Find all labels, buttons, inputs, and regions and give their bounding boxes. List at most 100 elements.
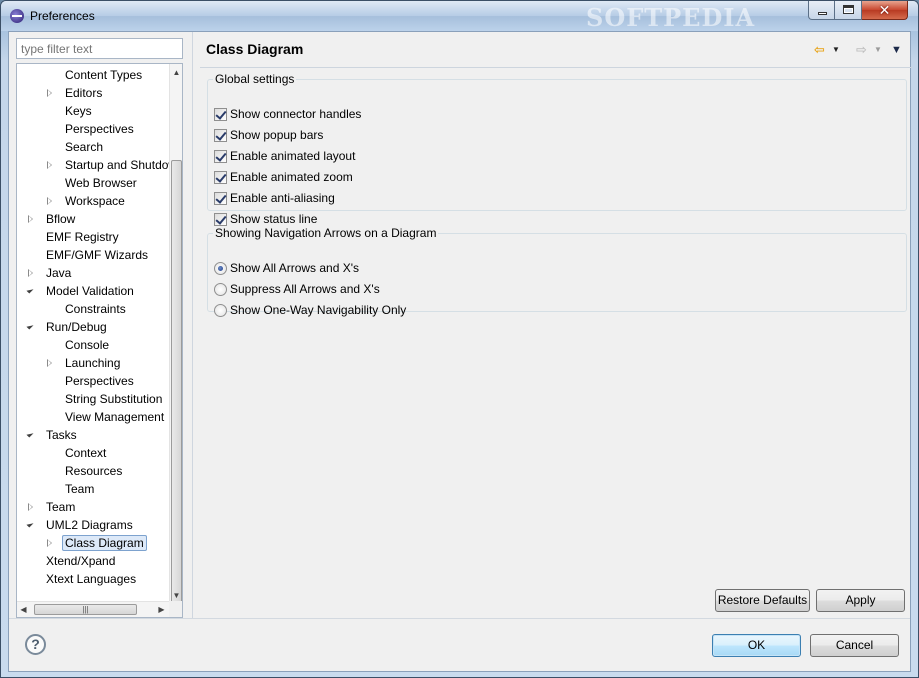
scroll-left-icon[interactable]: ◀ (17, 602, 30, 617)
tree-item[interactable]: Context (17, 444, 109, 462)
tree-item-label: Editors (65, 86, 103, 100)
tree-item[interactable]: Perspectives (17, 120, 137, 138)
close-icon: ✕ (878, 2, 891, 18)
scroll-up-icon[interactable]: ▲ (170, 66, 182, 79)
cancel-button[interactable]: Cancel (810, 634, 899, 657)
option-checkbox[interactable]: Enable animated layout (214, 148, 355, 164)
navigation-arrows-group: Showing Navigation Arrows on a Diagram S… (207, 226, 907, 317)
option-checkbox[interactable]: Enable anti-aliasing (214, 190, 335, 206)
restore-defaults-button[interactable]: Restore Defaults (715, 589, 810, 612)
checkbox-icon[interactable] (214, 107, 227, 121)
tree-item[interactable]: Java (17, 264, 74, 282)
tree-item[interactable]: Workspace (17, 192, 128, 210)
checkbox-icon[interactable] (214, 212, 227, 226)
tree-item[interactable]: Xtext Languages (17, 570, 139, 588)
tree-item[interactable]: Console (17, 336, 112, 354)
tree-item-label: Startup and Shutdow (65, 158, 170, 172)
tree-item-label: Bflow (46, 212, 76, 226)
tree-item[interactable]: UML2 Diagrams (17, 516, 136, 534)
tree-item[interactable]: View Management (17, 408, 167, 426)
tree-item[interactable]: Class Diagram (17, 534, 147, 552)
radio-icon[interactable] (214, 303, 227, 317)
footer-separator (9, 618, 910, 619)
option-radio[interactable]: Suppress All Arrows and X's (214, 281, 380, 297)
tree-item[interactable]: Tasks (17, 426, 80, 444)
option-radio[interactable]: Show All Arrows and X's (214, 260, 359, 276)
tree-item[interactable]: Keys (17, 102, 95, 120)
page-navigation: ⇦ ▼ ⇨ ▼ ▼ (812, 42, 907, 58)
tree-item[interactable]: Run/Debug (17, 318, 110, 336)
expanded-arrow-icon[interactable] (26, 430, 34, 438)
tree-item-label: Team (46, 500, 76, 514)
tree-item-label: Java (46, 266, 72, 280)
scroll-corner (169, 601, 182, 617)
option-checkbox[interactable]: Enable animated zoom (214, 169, 353, 185)
collapsed-arrow-icon[interactable] (28, 215, 33, 223)
tree-item[interactable]: Team (17, 480, 97, 498)
checkbox-icon[interactable] (214, 170, 227, 184)
tree-item[interactable]: Model Validation (17, 282, 137, 300)
radio-icon[interactable] (214, 261, 227, 275)
tree-item[interactable]: Web Browser (17, 174, 140, 192)
expanded-arrow-icon[interactable] (26, 520, 34, 528)
tree-item[interactable]: String Substitution (17, 390, 165, 408)
tree-horizontal-scrollbar[interactable]: ◀ ||| ▶ (17, 601, 170, 617)
ok-button[interactable]: OK (712, 634, 801, 657)
maximize-button[interactable] (835, 1, 862, 20)
tree-item[interactable]: Resources (17, 462, 125, 480)
option-label: Show status line (230, 212, 318, 226)
checkbox-icon[interactable] (214, 128, 227, 142)
help-icon[interactable]: ? (25, 634, 46, 655)
expanded-arrow-icon[interactable] (26, 322, 34, 330)
tree-item[interactable]: Content Types (17, 66, 145, 84)
tree-item[interactable]: Perspectives (17, 372, 137, 390)
tree-item-label: Keys (65, 104, 92, 118)
collapsed-arrow-icon[interactable] (47, 161, 52, 169)
collapsed-arrow-icon[interactable] (47, 197, 52, 205)
tree-item[interactable]: Editors (17, 84, 105, 102)
apply-button[interactable]: Apply (816, 589, 905, 612)
horizontal-scroll-thumb[interactable]: ||| (34, 604, 137, 615)
tree-item[interactable]: Bflow (17, 210, 78, 228)
option-label: Show All Arrows and X's (230, 261, 360, 275)
tree-item-label: Team (65, 482, 95, 496)
collapsed-arrow-icon[interactable] (47, 539, 52, 547)
close-button[interactable]: ✕ (862, 1, 908, 20)
tree-item[interactable]: Constraints (17, 300, 129, 318)
option-label: Show One-Way Navigability Only (230, 303, 407, 317)
title-bar[interactable]: Preferences SOFTPEDIA ✕ (1, 1, 918, 32)
minimize-button[interactable] (808, 1, 835, 20)
tree-vertical-scrollbar[interactable]: ▲ ▼ (169, 64, 182, 614)
forward-arrow-icon[interactable]: ⇨ (856, 42, 867, 58)
tree-item[interactable]: Xtend/Xpand (17, 552, 118, 570)
forward-dropdown-icon[interactable]: ▼ (874, 42, 882, 58)
collapsed-arrow-icon[interactable] (28, 503, 33, 511)
checkbox-icon[interactable] (214, 149, 227, 163)
option-radio[interactable]: Show One-Way Navigability Only (214, 302, 406, 318)
tree-item[interactable]: EMF Registry (17, 228, 122, 246)
collapsed-arrow-icon[interactable] (28, 269, 33, 277)
tree-item[interactable]: EMF/GMF Wizards (17, 246, 151, 264)
radio-icon[interactable] (214, 282, 227, 296)
filter-input[interactable] (16, 38, 183, 59)
preferences-window: Preferences SOFTPEDIA ✕ Content Types Edi… (0, 0, 919, 678)
option-checkbox[interactable]: Show popup bars (214, 127, 323, 143)
tree-item[interactable]: Search (17, 138, 106, 156)
tree-item[interactable]: Launching (17, 354, 123, 372)
option-checkbox[interactable]: Show status line (214, 211, 317, 227)
back-arrow-icon[interactable]: ⇦ (814, 42, 825, 58)
minimize-icon (818, 12, 827, 15)
collapsed-arrow-icon[interactable] (47, 89, 52, 97)
scroll-right-icon[interactable]: ▶ (155, 602, 168, 617)
expanded-arrow-icon[interactable] (26, 286, 34, 294)
view-menu-icon[interactable]: ▼ (891, 42, 902, 58)
option-checkbox[interactable]: Show connector handles (214, 106, 361, 122)
vertical-scroll-thumb[interactable] (171, 160, 182, 614)
tree-item-label: EMF Registry (46, 230, 119, 244)
collapsed-arrow-icon[interactable] (47, 359, 52, 367)
tree-item[interactable]: Startup and Shutdow (17, 156, 170, 174)
pane-divider[interactable] (192, 32, 193, 618)
tree-item[interactable]: Team (17, 498, 78, 516)
back-dropdown-icon[interactable]: ▼ (832, 42, 840, 58)
checkbox-icon[interactable] (214, 191, 227, 205)
